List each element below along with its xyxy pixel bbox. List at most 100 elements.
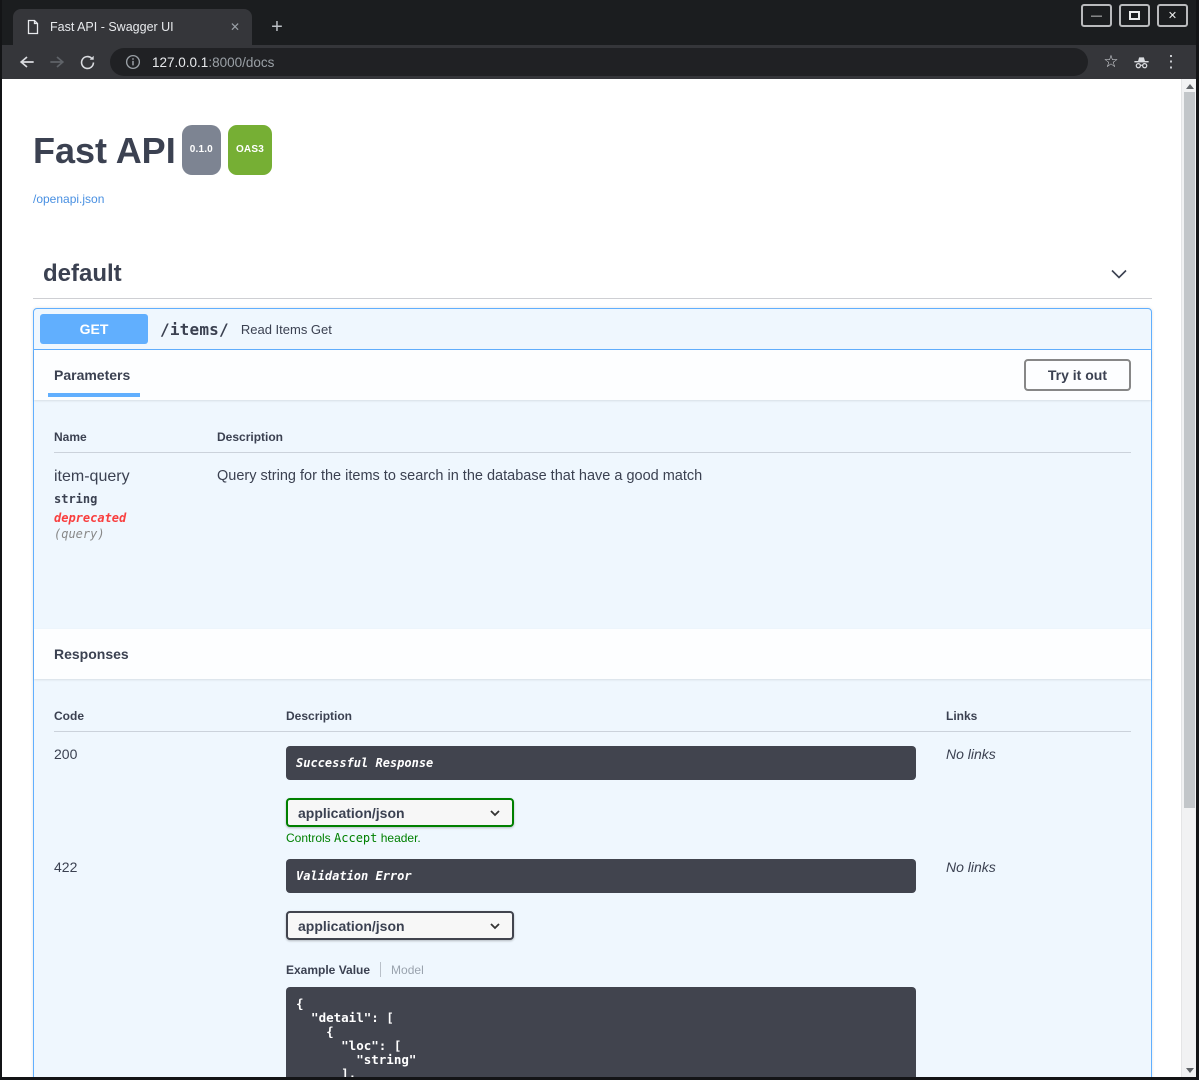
response-row-422: 422 Validation Error application/json Ex… — [54, 845, 1131, 1077]
example-json: { "detail": [ { "loc": [ "string" ], "ms… — [296, 996, 417, 1078]
col-code: Code — [54, 709, 84, 723]
chevron-down-icon[interactable] — [1108, 263, 1130, 285]
response-description: Validation Error — [286, 859, 916, 893]
api-info-section: Fast API 0.1.0 OAS3 /openapi.json — [33, 79, 1152, 208]
http-method-badge: GET — [40, 314, 148, 344]
parameters-tab[interactable]: Parameters — [54, 367, 130, 383]
vertical-scrollbar[interactable] — [1181, 79, 1196, 1077]
reload-button[interactable] — [72, 48, 102, 76]
bookmark-button[interactable]: ☆ — [1096, 48, 1126, 76]
browser-toolbar: 127.0.0.1:8000/docs ☆ ⋮ — [2, 45, 1196, 79]
tag-section-default: default GET /items/ Read Items Get Param… — [33, 250, 1152, 1077]
media-type-value: application/json — [298, 804, 405, 821]
forward-icon — [50, 56, 65, 68]
incognito-icon — [1133, 56, 1149, 68]
responses-table-header: Code Description Links — [54, 709, 1131, 732]
tab-close-icon[interactable]: ✕ — [226, 18, 244, 36]
tag-header[interactable]: default — [33, 250, 1152, 299]
col-links: Links — [946, 709, 978, 723]
note-suffix: header. — [377, 831, 421, 845]
parameter-row: item-query string deprecated (query) Que… — [54, 453, 1131, 541]
response-description-cell: Validation Error application/json Exampl… — [286, 859, 946, 1077]
url-text: 127.0.0.1:8000/docs — [152, 55, 274, 70]
version-badge: 0.1.0 — [181, 125, 221, 175]
document-icon — [27, 19, 39, 35]
maximize-button[interactable] — [1119, 4, 1150, 27]
media-type-select[interactable]: application/json — [286, 911, 514, 940]
operation-block-get-items: GET /items/ Read Items Get Parameters Tr… — [33, 308, 1152, 1077]
forward-button[interactable] — [42, 48, 72, 76]
scroll-up-button[interactable] — [1182, 79, 1196, 93]
tab-model[interactable]: Model — [391, 963, 424, 977]
note-prefix: Controls — [286, 831, 335, 845]
minimize-icon: — — [1091, 9, 1102, 22]
parameter-name: item-query — [54, 468, 130, 485]
bookmark-star-icon: ☆ — [1103, 52, 1119, 71]
maximize-icon — [1129, 11, 1140, 20]
parameter-location: (query) — [54, 527, 105, 541]
browser-menu-button[interactable]: ⋮ — [1156, 48, 1186, 76]
operation-path: /items/ — [160, 319, 229, 339]
incognito-indicator — [1126, 48, 1156, 76]
response-row-200: 200 Successful Response application/json… — [54, 732, 1131, 845]
api-title-text: Fast API — [33, 130, 176, 171]
response-description-cell: Successful Response application/json Con… — [286, 746, 946, 845]
reload-icon — [80, 55, 94, 69]
controls-accept-note: Controls Accept header. — [286, 831, 946, 845]
oas3-badge: OAS3 — [226, 124, 273, 176]
parameters-table: Name Description item-query string depre… — [34, 400, 1151, 629]
swagger-page: Fast API 0.1.0 OAS3 /openapi.json default … — [2, 79, 1196, 1077]
back-icon — [19, 56, 34, 68]
parameters-section-header: Parameters Try it out — [34, 350, 1151, 400]
responses-table: Code Description Links 200 Successful Re… — [34, 679, 1151, 1077]
api-title: Fast API 0.1.0 OAS3 — [33, 124, 1152, 187]
close-window-button[interactable]: ✕ — [1157, 4, 1188, 27]
col-resp-description: Description — [286, 709, 353, 723]
parameter-deprecated-flag: deprecated — [54, 511, 127, 525]
back-button[interactable] — [12, 48, 42, 76]
tab-title: Fast API - Swagger UI — [50, 20, 174, 34]
scroll-down-button[interactable] — [1182, 1063, 1196, 1077]
close-icon: ✕ — [1167, 10, 1178, 22]
browser-window: Fast API - Swagger UI ✕ + — ✕ 127.0.0.1:… — [0, 0, 1199, 1080]
responses-section-header: Responses — [34, 629, 1151, 679]
scrollbar-thumb[interactable] — [1184, 92, 1195, 808]
operation-summary-text: Read Items Get — [240, 321, 332, 337]
scroll-down-icon — [1185, 1067, 1194, 1073]
scroll-up-icon — [1185, 83, 1194, 89]
swagger-content: Fast API 0.1.0 OAS3 /openapi.json default … — [33, 79, 1152, 1077]
response-code: 200 — [54, 746, 78, 762]
media-type-select[interactable]: application/json — [286, 798, 514, 827]
window-controls: — ✕ — [1081, 4, 1188, 27]
new-tab-button[interactable]: + — [264, 14, 290, 40]
response-links: No links — [946, 859, 996, 875]
response-links: No links — [946, 746, 996, 762]
kebab-menu-icon: ⋮ — [1162, 52, 1180, 71]
chevron-down-icon — [490, 809, 500, 816]
tab-example-value[interactable]: Example Value — [286, 963, 370, 977]
page-info-icon[interactable] — [124, 53, 142, 71]
url-path: :8000/docs — [208, 54, 275, 70]
col-name: Name — [54, 430, 87, 444]
parameter-meta: item-query string deprecated (query) — [54, 468, 217, 541]
responses-heading: Responses — [54, 646, 129, 662]
tab-strip: Fast API - Swagger UI ✕ + — ✕ — [2, 0, 1196, 45]
example-json-block: { "detail": [ { "loc": [ "string" ], "ms… — [286, 987, 916, 1077]
parameter-description: Query string for the items to search in … — [217, 468, 703, 484]
browser-tab[interactable]: Fast API - Swagger UI ✕ — [13, 9, 252, 45]
operation-summary[interactable]: GET /items/ Read Items Get — [34, 309, 1151, 350]
col-description: Description — [217, 430, 284, 444]
response-description: Successful Response — [286, 746, 916, 780]
openapi-spec-link[interactable]: /openapi.json — [33, 192, 104, 206]
parameter-type: string — [54, 492, 98, 506]
parameters-table-header: Name Description — [54, 430, 1131, 453]
try-it-out-button[interactable]: Try it out — [1023, 359, 1131, 391]
url-host: 127.0.0.1 — [152, 54, 209, 70]
media-type-value: application/json — [298, 917, 405, 934]
response-code: 422 — [54, 859, 78, 875]
minimize-button[interactable]: — — [1081, 4, 1112, 27]
tag-name: default — [43, 260, 122, 287]
address-bar[interactable]: 127.0.0.1:8000/docs — [110, 48, 1088, 76]
active-tab-indicator — [48, 393, 140, 397]
tab-divider — [380, 962, 382, 977]
